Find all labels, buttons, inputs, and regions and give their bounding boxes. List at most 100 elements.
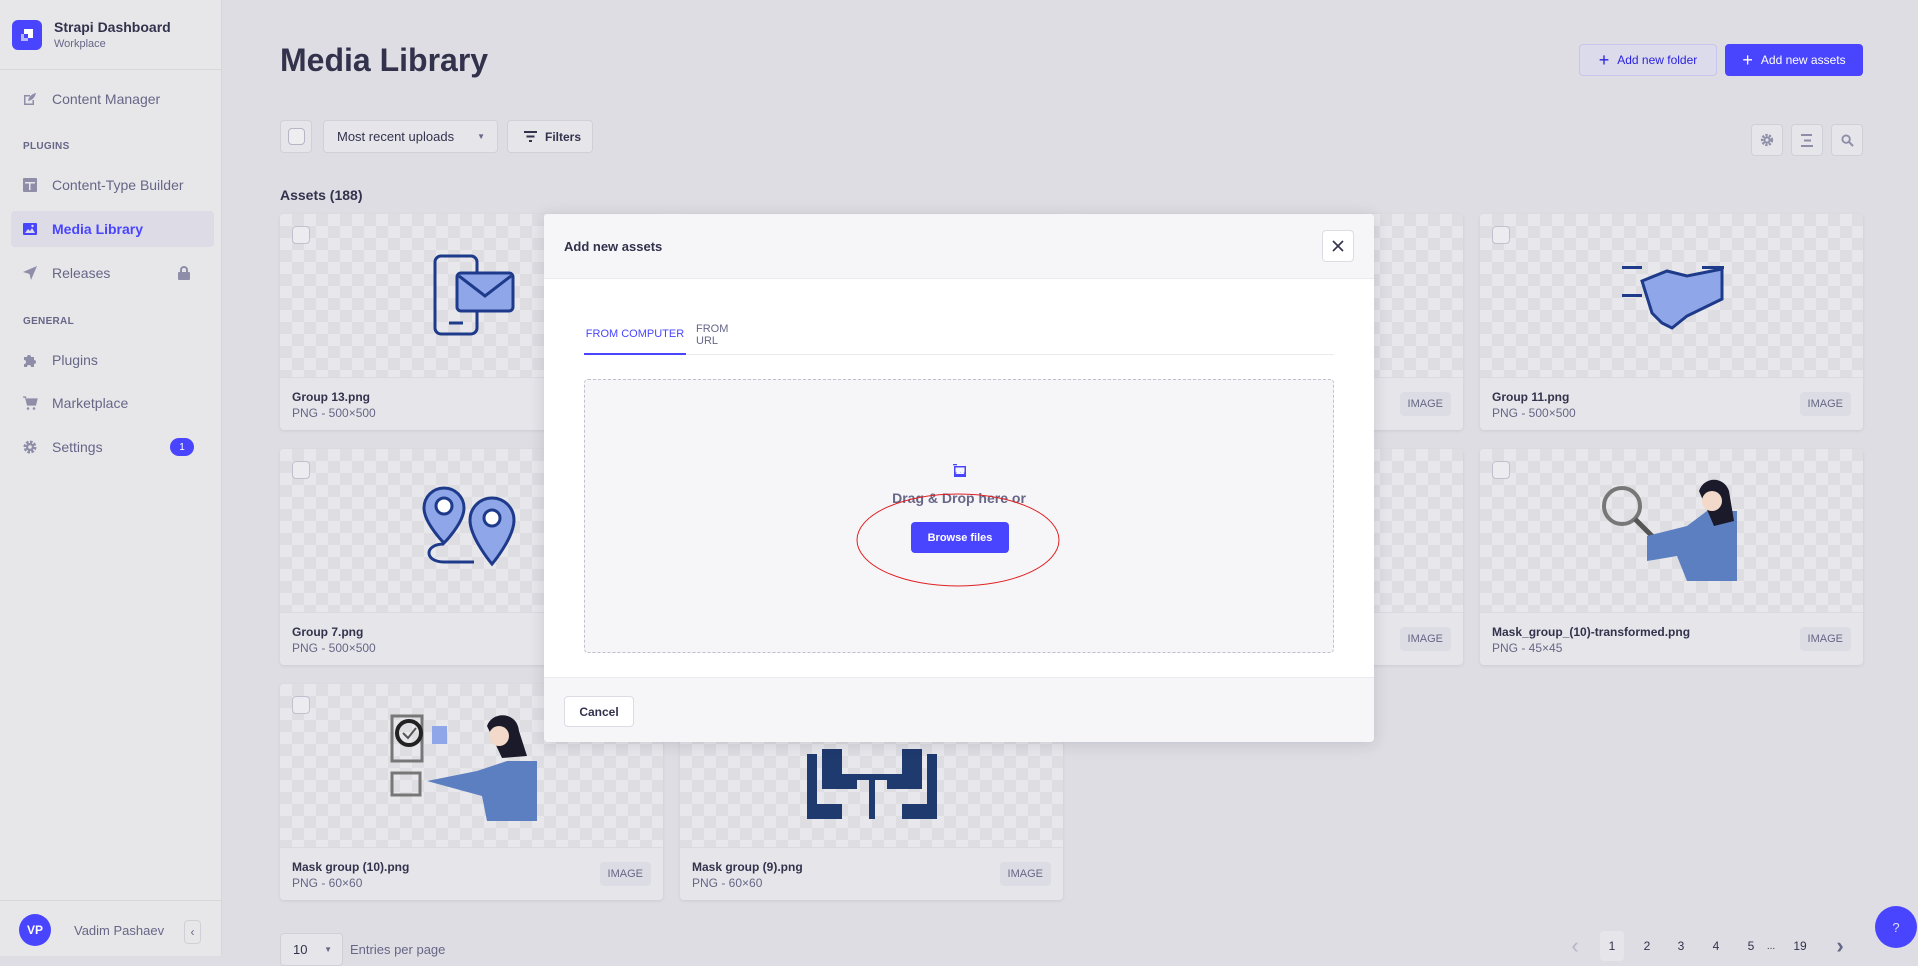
asset-type-badge: IMAGE bbox=[1399, 627, 1451, 651]
section-plugins: PLUGINS bbox=[23, 141, 70, 152]
sidebar-item-label: Marketplace bbox=[52, 395, 129, 411]
add-new-folder-button[interactable]: + Add new folder bbox=[1579, 44, 1717, 76]
cancel-button[interactable]: Cancel bbox=[564, 696, 634, 727]
tab-from-url[interactable]: FROM URL bbox=[696, 314, 744, 355]
page-5[interactable]: 5 bbox=[1739, 931, 1763, 961]
user-name[interactable]: Vadim Pashaev bbox=[74, 923, 164, 938]
asset-type-badge: IMAGE bbox=[1799, 627, 1851, 651]
sidebar-item-settings[interactable]: Settings 1 bbox=[11, 429, 214, 465]
page-title: Media Library bbox=[280, 42, 489, 78]
plus-icon: + bbox=[1742, 49, 1753, 70]
asset-checkbox[interactable] bbox=[292, 461, 310, 479]
asset-checkbox[interactable] bbox=[292, 226, 310, 244]
sidebar-item-label: Media Library bbox=[52, 221, 144, 237]
asset-name: Mask group (10).png bbox=[292, 860, 410, 874]
avatar[interactable]: VP bbox=[19, 914, 51, 946]
sidebar-item-marketplace[interactable]: Marketplace bbox=[11, 385, 214, 421]
woman-checklist-illustration bbox=[390, 714, 537, 821]
asset-card[interactable]: Group 11.png PNG - 500×500 IMAGE bbox=[1480, 214, 1863, 430]
asset-type-badge: IMAGE bbox=[999, 862, 1051, 886]
map-pins-illustration bbox=[421, 485, 516, 566]
brand-subtitle: Workplace bbox=[54, 38, 106, 50]
sort-select[interactable]: Most recent uploads ▼ bbox=[323, 120, 498, 153]
brand-title: Strapi Dashboard bbox=[54, 19, 171, 35]
caret-down-icon: ▼ bbox=[324, 945, 332, 954]
sidebar-item-content-type-builder[interactable]: Content-Type Builder bbox=[11, 167, 214, 203]
lock-icon bbox=[178, 266, 190, 280]
button-label: Add new assets bbox=[1760, 53, 1846, 67]
select-all-checkbox[interactable] bbox=[280, 120, 312, 153]
asset-checkbox[interactable] bbox=[1492, 226, 1510, 244]
image-upload-icon bbox=[953, 464, 966, 477]
gear-icon bbox=[1760, 133, 1774, 147]
help-button[interactable]: ? bbox=[1875, 906, 1917, 948]
cart-icon bbox=[23, 396, 38, 410]
button-label: Add new folder bbox=[1617, 53, 1698, 67]
drop-zone[interactable]: Drag & Drop here or Browse files bbox=[584, 379, 1334, 653]
image-icon bbox=[23, 223, 37, 235]
feather-icon bbox=[24, 93, 36, 105]
dialog-header: Add new assets bbox=[544, 214, 1374, 279]
search-icon bbox=[1840, 133, 1854, 147]
assets-heading: Assets (188) bbox=[280, 187, 363, 203]
page-1[interactable]: 1 bbox=[1600, 931, 1624, 961]
sidebar: Strapi Dashboard Workplace Content Manag… bbox=[0, 0, 222, 956]
page-4[interactable]: 4 bbox=[1704, 931, 1728, 961]
entries-per-page-select[interactable]: 10 ▼ bbox=[280, 933, 343, 966]
list-view-icon bbox=[1801, 133, 1813, 147]
page-2[interactable]: 2 bbox=[1635, 931, 1659, 961]
tab-from-computer[interactable]: FROM COMPUTER bbox=[584, 314, 686, 355]
sidebar-item-content-manager[interactable]: Content Manager bbox=[11, 81, 214, 117]
asset-meta: PNG - 60×60 bbox=[692, 876, 763, 890]
asset-type-badge: IMAGE bbox=[599, 862, 651, 886]
asset-name: Mask_group_(10)-transformed.png bbox=[1492, 625, 1691, 639]
sidebar-item-media-library[interactable]: Media Library bbox=[11, 211, 214, 247]
gear-icon bbox=[23, 440, 37, 454]
section-general: GENERAL bbox=[23, 316, 74, 327]
phone-mail-illustration bbox=[433, 254, 514, 335]
previous-page-button[interactable]: ‹ bbox=[1565, 931, 1585, 961]
filters-label: Filters bbox=[545, 129, 582, 144]
page-3[interactable]: 3 bbox=[1669, 931, 1693, 961]
filters-button[interactable]: Filters bbox=[507, 120, 593, 153]
checkbox-box bbox=[287, 128, 305, 145]
asset-checkbox[interactable] bbox=[292, 696, 310, 714]
sidebar-item-plugins[interactable]: Plugins bbox=[11, 342, 214, 378]
add-new-assets-dialog: Add new assets FROM COMPUTER FROM URL Dr… bbox=[544, 214, 1374, 742]
asset-name: Group 13.png bbox=[292, 390, 370, 404]
sidebar-item-label: Plugins bbox=[52, 352, 98, 368]
chevron-left-icon: ‹ bbox=[190, 925, 195, 939]
chevron-right-icon: › bbox=[1836, 933, 1844, 958]
filter-icon bbox=[524, 131, 537, 142]
user-panel: VP Vadim Pashaev ‹ bbox=[0, 900, 222, 956]
asset-type-badge: IMAGE bbox=[1799, 392, 1851, 416]
asset-meta: PNG - 45×45 bbox=[1492, 641, 1563, 655]
highlight-ellipse bbox=[856, 493, 1060, 587]
asset-type-badge: IMAGE bbox=[1399, 392, 1451, 416]
list-view-button[interactable] bbox=[1791, 124, 1823, 156]
pagination-ellipsis: ... bbox=[1766, 940, 1776, 952]
asset-checkbox[interactable] bbox=[1492, 461, 1510, 479]
page-19[interactable]: 19 bbox=[1786, 931, 1814, 961]
search-button[interactable] bbox=[1831, 124, 1863, 156]
asset-meta: PNG - 60×60 bbox=[292, 876, 363, 890]
next-page-button[interactable]: › bbox=[1830, 931, 1850, 961]
sidebar-item-label: Releases bbox=[52, 265, 111, 281]
woman-magnifier-illustration bbox=[1601, 479, 1737, 581]
asset-card[interactable]: Mask_group_(10)-transformed.png PNG - 45… bbox=[1480, 449, 1863, 665]
source-tabs: FROM COMPUTER FROM URL bbox=[584, 314, 1334, 355]
add-new-assets-button[interactable]: + Add new assets bbox=[1725, 44, 1863, 76]
sidebar-item-label: Settings bbox=[52, 439, 103, 455]
collapse-sidebar-button[interactable]: ‹ bbox=[184, 920, 201, 944]
sidebar-item-label: Content-Type Builder bbox=[52, 177, 184, 193]
dialog-title: Add new assets bbox=[564, 239, 663, 254]
settings-button[interactable] bbox=[1751, 124, 1783, 156]
asset-meta: PNG - 500×500 bbox=[292, 641, 376, 655]
sidebar-item-releases[interactable]: Releases bbox=[11, 255, 214, 291]
paper-plane-icon bbox=[23, 266, 37, 280]
asset-thumbnail bbox=[1480, 214, 1863, 378]
strapi-logo-icon bbox=[12, 19, 42, 50]
close-dialog-button[interactable] bbox=[1322, 230, 1354, 262]
handshake-illustration bbox=[1621, 265, 1724, 330]
sidebar-item-label: Content Manager bbox=[52, 91, 161, 107]
